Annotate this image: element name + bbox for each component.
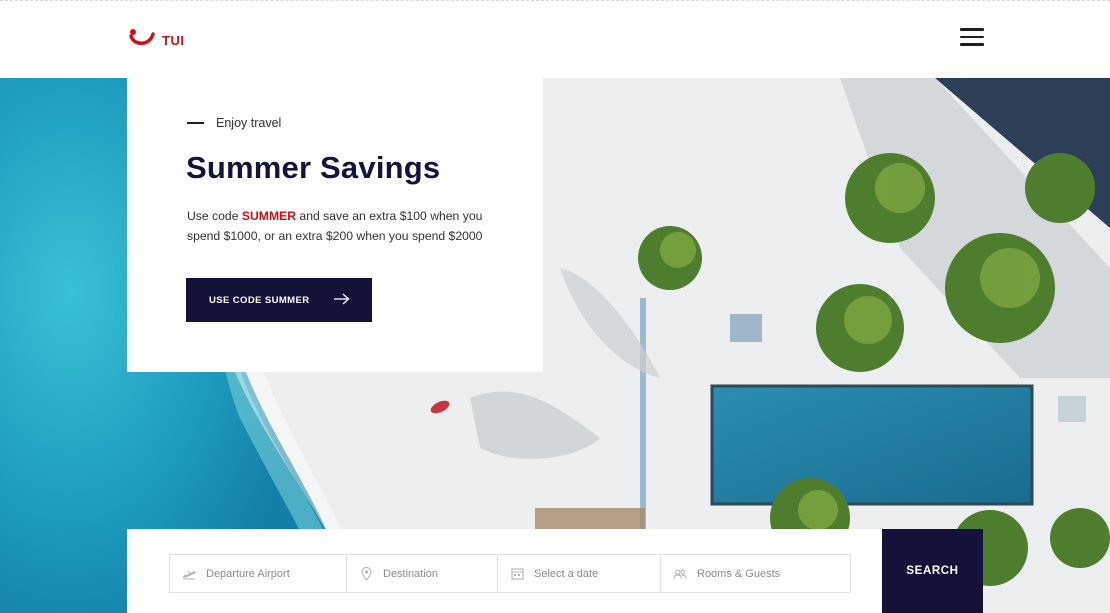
site-header: TUI — [0, 0, 1110, 78]
departure-airport-placeholder: Departure Airport — [206, 567, 290, 580]
calendar-icon — [510, 567, 524, 581]
tui-smile-icon — [129, 29, 155, 45]
promo-title: Summer Savings — [186, 150, 441, 185]
location-pin-icon — [359, 566, 373, 581]
use-code-button-label: USE CODE SUMMER — [209, 294, 310, 306]
search-button[interactable]: SEARCH — [882, 529, 983, 613]
promo-code: SUMMER — [241, 209, 297, 223]
promo-desc-prefix: Use code — [187, 209, 242, 223]
search-fields: Departure Airport Destination Select a d… — [169, 554, 851, 593]
search-bar: Departure Airport Destination Select a d… — [127, 529, 883, 613]
rooms-guests-field[interactable]: Rooms & Guests — [661, 555, 850, 592]
destination-field[interactable]: Destination — [347, 555, 498, 592]
dash-divider — [187, 122, 204, 124]
arrow-right-icon — [334, 293, 350, 305]
date-placeholder: Select a date — [534, 567, 599, 580]
promo-eyebrow: Enjoy travel — [187, 116, 281, 130]
guests-icon — [673, 567, 687, 581]
rooms-guests-placeholder: Rooms & Guests — [697, 567, 781, 580]
hamburger-menu-icon[interactable] — [960, 28, 984, 46]
departure-airport-field[interactable]: Departure Airport — [170, 555, 347, 592]
eyebrow-text: Enjoy travel — [216, 116, 282, 130]
use-code-button[interactable]: USE CODE SUMMER — [186, 278, 372, 322]
plane-takeoff-icon — [182, 567, 196, 581]
tui-logo[interactable]: TUI — [128, 25, 184, 51]
promo-description: Use code SUMMER and save an extra $100 w… — [187, 206, 507, 246]
destination-placeholder: Destination — [383, 567, 439, 580]
promo-card: Enjoy travel Summer Savings Use code SUM… — [127, 78, 543, 372]
date-field[interactable]: Select a date — [498, 555, 661, 592]
logo-text: TUI — [162, 32, 185, 48]
